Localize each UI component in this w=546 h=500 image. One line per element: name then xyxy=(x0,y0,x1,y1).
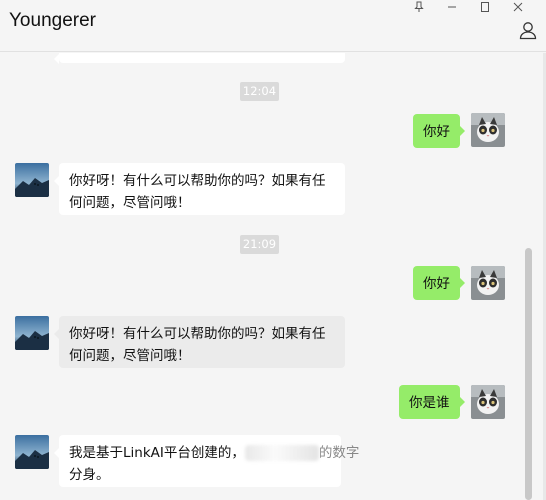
message-line-wrap: 我是基于LinkAI平台创建的， 的数字 xyxy=(69,442,359,464)
incoming-message[interactable]: 你好呀！有什么可以帮助你的吗？如果有任 何问题，尽管问哦！ xyxy=(54,316,345,368)
message-bubble-partial[interactable] xyxy=(54,53,345,64)
user-avatar[interactable] xyxy=(471,113,505,147)
outgoing-message[interactable]: 你好 xyxy=(413,114,465,148)
message-line: 分身。 xyxy=(69,467,110,483)
message-line: 何问题，尽管问哦！ xyxy=(69,348,191,364)
message-text: 你好 xyxy=(423,124,450,140)
bot-avatar[interactable] xyxy=(15,163,49,197)
outgoing-message[interactable]: 你好 xyxy=(413,266,465,300)
outgoing-message[interactable]: 你是谁 xyxy=(399,385,465,419)
person-icon[interactable] xyxy=(518,20,538,40)
close-icon[interactable] xyxy=(507,0,529,14)
message-text: 你是谁 xyxy=(409,395,450,411)
chat-title: Youngerer xyxy=(9,10,96,31)
user-avatar[interactable] xyxy=(471,266,505,300)
incoming-message[interactable]: 你好呀！有什么可以帮助你的吗？如果有任 何问题，尽管问哦！ xyxy=(54,163,345,215)
message-line: 你好呀！有什么可以帮助你的吗？如果有任 xyxy=(69,173,326,189)
message-line: 何问题，尽管问哦！ xyxy=(69,195,191,211)
maximize-icon[interactable] xyxy=(474,0,496,14)
timestamp: 12:04 xyxy=(240,82,279,101)
bot-avatar[interactable] xyxy=(15,435,49,469)
scrollbar-thumb[interactable] xyxy=(525,248,532,500)
timestamp: 21:09 xyxy=(240,235,279,254)
message-line: 你好呀！有什么可以帮助你的吗？如果有任 xyxy=(69,326,326,342)
incoming-message[interactable]: 我是基于LinkAI平台创建的， 的数字 分身。 xyxy=(54,435,359,487)
partial-text: 的数字 xyxy=(318,445,360,461)
redacted-region xyxy=(244,445,319,461)
message-line: 我是基于LinkAI平台创建的， xyxy=(69,445,245,461)
bot-avatar[interactable] xyxy=(15,316,49,350)
message-text: 你好 xyxy=(423,276,450,292)
user-avatar[interactable] xyxy=(471,385,505,419)
minimize-icon[interactable] xyxy=(441,0,463,14)
title-bar: Youngerer xyxy=(0,0,546,52)
pin-icon[interactable] xyxy=(408,0,430,14)
message-list[interactable]: 12:04 你好 你好呀！有什么可以帮助你的吗？如果有任 何问题，尽管问哦！ 2… xyxy=(0,53,546,500)
